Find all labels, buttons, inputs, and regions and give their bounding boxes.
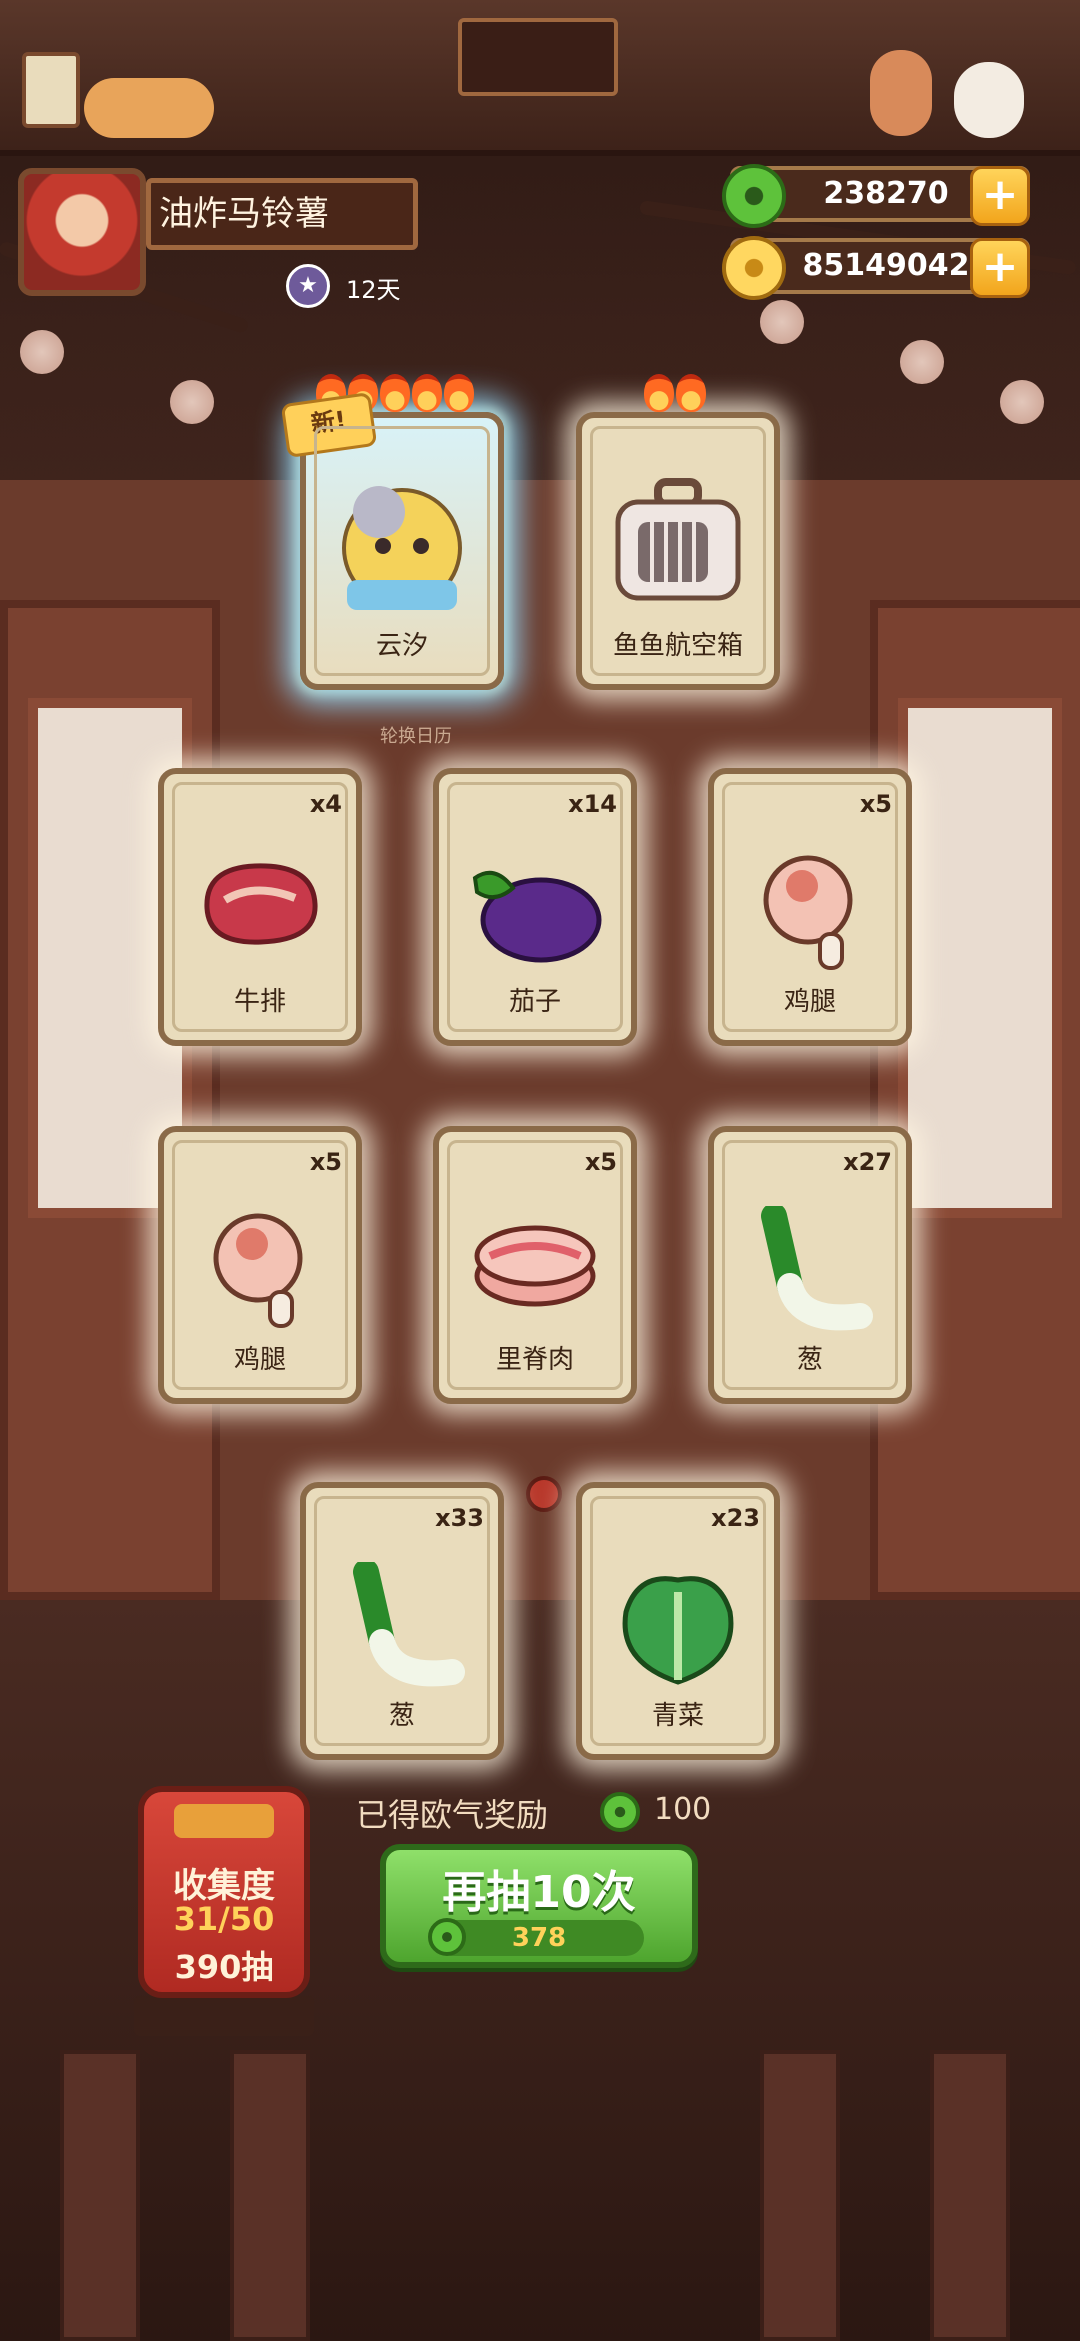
card-label: 葱 [796,1345,823,1375]
collection-lantern[interactable]: 收集度 31/50 390抽 [138,1786,310,1998]
card-label: 茄子 [508,987,561,1017]
character-decoration [870,50,932,136]
drumstick-icon [750,848,870,982]
coin-currency: 85149042 + [722,236,1030,300]
player-avatar[interactable] [18,168,146,296]
steak-icon [195,848,325,962]
reward-card[interactable]: x23 青菜 [576,1482,780,1760]
card-label: 鸡腿 [783,987,836,1017]
draw-cost-value: 378 [511,1923,567,1953]
reward-card[interactable]: x5 里脊肉 [433,1126,637,1404]
featured-card[interactable]: 新! 云汐 [280,374,504,690]
card-label: 里脊肉 [495,1345,574,1375]
card-quantity: x5 [309,1148,342,1176]
pet-carrier-icon [608,478,748,612]
railing-post [930,2050,1010,2341]
blossom [1000,380,1044,424]
player-name: 油炸马铃薯 [146,178,418,250]
card-quantity: x27 [843,1148,892,1176]
add-jade-button[interactable]: + [970,166,1030,226]
card-label: 云汐 [375,631,428,661]
coin-amount: 85149042 [802,248,970,283]
rarity-flames [644,374,706,412]
tenderloin-icon [470,1206,600,1320]
add-coin-button[interactable]: + [970,238,1030,298]
left-door [0,600,220,1600]
flame-icon [412,374,442,412]
card-label: 鸡腿 [233,1345,286,1375]
reward-card[interactable]: x14 茄子 [433,768,637,1046]
greens-icon [608,1562,748,1696]
scallion-icon [740,1203,880,1340]
blossom [20,330,64,374]
railing-post [60,2050,140,2341]
card-quantity: x5 [584,1148,617,1176]
card-label: 青菜 [651,1701,704,1731]
card-label: 葱 [388,1701,415,1731]
lantern-base [134,1996,314,2036]
draw-button-label: 再抽10次 [442,1867,636,1918]
flame-icon [676,374,706,412]
knot-ornament [526,1476,562,1512]
card-label: 鱼鱼航空箱 [612,631,743,661]
drumstick-icon [200,1206,320,1340]
railing-post [230,2050,310,2341]
cat-character-icon [327,468,477,622]
reward-card[interactable]: x5 鸡腿 [158,1126,362,1404]
hanging-portrait [458,18,618,96]
card-quantity: x33 [435,1504,484,1532]
reward-card[interactable]: x5 鸡腿 [708,768,912,1046]
right-door [870,600,1080,1600]
scroll-icon[interactable] [22,52,80,128]
jade-icon [600,1792,640,1832]
cat-decoration [84,78,214,138]
jade-amount: 238270 [823,176,949,211]
login-days: 12天 [346,276,401,304]
card-quantity: x5 [859,790,892,818]
card-quantity: x4 [309,790,342,818]
bonus-text: 已得欧气奖励 [356,1796,549,1834]
jade-icon [722,164,786,228]
white-cat-decoration [954,62,1024,138]
login-days-icon: ★ [286,264,330,308]
collection-progress: 31/50 [173,1900,275,1938]
jade-currency: 238270 + [722,164,1030,228]
flame-icon [380,374,410,412]
top-shelf [0,0,1080,156]
reward-card[interactable]: x27 葱 [708,1126,912,1404]
card-quantity: x23 [711,1504,760,1532]
reward-card[interactable]: x4 牛排 [158,768,362,1046]
calendar-label: 轮换日历 [380,726,452,747]
blossom [170,380,214,424]
draw-count: 390抽 [174,1948,274,1986]
scallion-icon [332,1559,472,1696]
railing-post [760,2050,840,2341]
blossom [760,300,804,344]
featured-card[interactable]: 鱼鱼航空箱 [576,374,780,690]
draw-ten-button[interactable]: 再抽10次 378 [380,1844,698,1968]
lantern-cap [174,1804,274,1838]
bonus-amount: 100 [654,1792,712,1827]
flame-icon [444,374,474,412]
reward-card[interactable]: x33 葱 [300,1482,504,1760]
coin-icon [722,236,786,300]
card-quantity: x14 [568,790,617,818]
flame-icon [644,374,674,412]
draw-cost: 378 [428,1918,644,1956]
card-label: 牛排 [233,987,286,1017]
eggplant-icon [465,848,605,972]
blossom [900,340,944,384]
